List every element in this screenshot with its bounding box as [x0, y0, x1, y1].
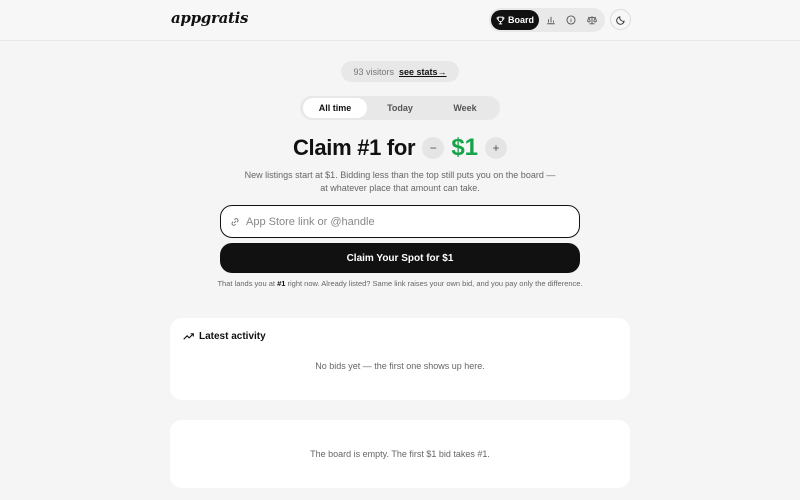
- info-icon: [566, 15, 576, 25]
- tab-all-time[interactable]: All time: [303, 98, 367, 118]
- see-stats-link[interactable]: see stats→: [399, 67, 447, 77]
- logo[interactable]: appgratis: [171, 9, 248, 27]
- activity-title: Latest activity: [199, 331, 266, 342]
- app-link-input[interactable]: [246, 215, 566, 228]
- claim-text: Claim #1 for: [292, 135, 416, 160]
- bid-hint: That lands you at #1 right now. Already …: [210, 279, 590, 289]
- increase-bid-button[interactable]: +: [485, 137, 508, 159]
- nav-pill: Board: [489, 8, 605, 32]
- claim-spot-button[interactable]: Claim Your Spot for $1: [220, 243, 580, 273]
- nav-board-button[interactable]: Board: [491, 10, 539, 30]
- link-icon: [231, 217, 239, 226]
- tab-week[interactable]: Week: [433, 98, 497, 118]
- pricing-description: New listings start at $1. Bidding less t…: [244, 170, 556, 193]
- trophy-icon: [496, 16, 505, 24]
- tab-today[interactable]: Today: [368, 98, 432, 118]
- top-bar: appgratis Board: [0, 0, 800, 41]
- app-link-field[interactable]: [220, 205, 580, 238]
- trending-up-icon: [183, 333, 194, 340]
- nav-board-label: Board: [507, 15, 534, 25]
- hint-prefix: That lands you at: [217, 279, 278, 288]
- nav-info-button[interactable]: [561, 10, 581, 30]
- scale-icon: [587, 16, 597, 25]
- board-empty-message: The board is empty. The first $1 bid tak…: [310, 449, 490, 459]
- time-range-tabs: All time Today Week: [300, 96, 500, 120]
- latest-activity-card: Latest activity No bids yet — the first …: [170, 318, 630, 400]
- activity-empty-message: No bids yet — the first one shows up her…: [315, 361, 485, 371]
- activity-header: Latest activity: [183, 331, 266, 342]
- hint-suffix: right now. Already listed? Same link rai…: [285, 279, 583, 288]
- visitors-count: 93 visitors: [353, 66, 394, 77]
- leaderboard-card: The board is empty. The first $1 bid tak…: [170, 420, 630, 488]
- nav-stats-button[interactable]: [541, 10, 561, 30]
- theme-toggle-button[interactable]: [610, 9, 631, 30]
- visitors-badge: 93 visitors see stats→: [341, 61, 459, 82]
- decrease-bid-button[interactable]: −: [422, 137, 445, 159]
- bid-price: $1: [451, 134, 479, 161]
- claim-headline: Claim #1 for − $1 +: [0, 133, 800, 163]
- moon-icon: [615, 15, 625, 25]
- nav-rules-button[interactable]: [582, 10, 602, 30]
- bar-chart-icon: [547, 16, 555, 25]
